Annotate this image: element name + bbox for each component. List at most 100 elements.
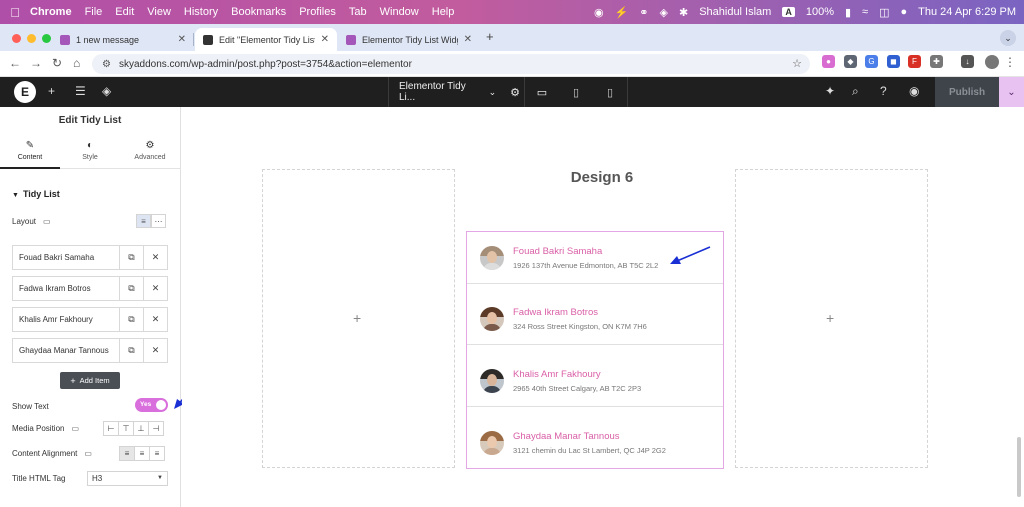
- align-right-icon[interactable]: ≡: [149, 446, 165, 461]
- tab-edit-elementor[interactable]: Edit "Elementor Tidy List Wid... ✕: [195, 28, 337, 51]
- document-title-dropdown[interactable]: Elementor Tidy Li... ⌄ ⚙: [388, 77, 520, 107]
- reload-icon[interactable]: ↻: [52, 56, 62, 70]
- menu-profiles[interactable]: Profiles: [299, 6, 336, 18]
- input-source-badge[interactable]: A: [782, 7, 795, 17]
- menu-edit[interactable]: Edit: [115, 6, 134, 18]
- clock[interactable]: Thu 24 Apr 6:29 PM: [918, 6, 1016, 18]
- bluetooth-icon[interactable]: ✱: [679, 6, 688, 19]
- title-tag-select[interactable]: H3 ▼: [87, 471, 168, 486]
- mobile-view-icon[interactable]: ▯: [593, 77, 627, 107]
- publish-options-chevron-icon[interactable]: ⌄: [999, 77, 1024, 107]
- menu-bookmarks[interactable]: Bookmarks: [231, 6, 286, 18]
- align-left-icon[interactable]: ≡: [119, 446, 135, 461]
- menu-history[interactable]: History: [184, 6, 218, 18]
- close-window-button[interactable]: [12, 34, 21, 43]
- status-lightning-icon[interactable]: ⚡: [615, 6, 629, 19]
- menu-app-name[interactable]: Chrome: [30, 6, 72, 18]
- duplicate-icon[interactable]: ⧉: [119, 339, 143, 362]
- address-bar[interactable]: ⚙ skyaddons.com/wp-admin/post.php?post=3…: [92, 54, 810, 74]
- page-settings-gear-icon[interactable]: ⚙: [510, 86, 520, 99]
- remove-icon[interactable]: ✕: [143, 339, 167, 362]
- finder-search-icon[interactable]: ⌕: [852, 84, 859, 99]
- control-center-icon[interactable]: ◫: [879, 6, 889, 19]
- notifications-megaphone-icon[interactable]: ✦: [825, 84, 835, 98]
- menu-view[interactable]: View: [147, 6, 171, 18]
- add-item-button[interactable]: + Add Item: [60, 372, 120, 389]
- repeater-item[interactable]: Fouad Bakri Samaha ⧉ ✕: [12, 245, 168, 270]
- canvas-scrollbar[interactable]: [1017, 437, 1021, 497]
- remove-icon[interactable]: ✕: [143, 277, 167, 300]
- repeater-item[interactable]: Khalis Amr Fakhoury ⧉ ✕: [12, 307, 168, 332]
- home-icon[interactable]: ⌂: [73, 56, 80, 70]
- menu-file[interactable]: File: [85, 6, 103, 18]
- publish-button[interactable]: Publish: [935, 77, 999, 107]
- repeater-item[interactable]: Fadwa Ikram Botros ⧉ ✕: [12, 276, 168, 301]
- duplicate-icon[interactable]: ⧉: [119, 308, 143, 331]
- download-icon[interactable]: ↓: [961, 55, 974, 68]
- extension-translate-icon[interactable]: G: [865, 55, 878, 68]
- chrome-menu-icon[interactable]: ⋮: [1004, 55, 1016, 69]
- layout-list-icon[interactable]: ≡: [136, 214, 151, 228]
- tab-content[interactable]: ✎ Content: [0, 133, 60, 169]
- back-arrow-icon[interactable]: ←: [9, 56, 21, 70]
- media-bottom-icon[interactable]: ⊥: [133, 421, 149, 436]
- extensions-puzzle-icon[interactable]: ✚: [930, 55, 943, 68]
- site-settings-icon[interactable]: ☰: [75, 84, 86, 98]
- tab-search-chevron-icon[interactable]: ⌄: [1000, 30, 1016, 46]
- close-tab-icon[interactable]: ✕: [321, 34, 329, 45]
- site-info-icon[interactable]: ⚙: [102, 59, 111, 70]
- chrome-profile-avatar[interactable]: [985, 55, 999, 69]
- headphones-icon[interactable]: ⚭: [639, 6, 648, 19]
- menu-help[interactable]: Help: [432, 6, 455, 18]
- repeater-item[interactable]: Ghaydaa Manar Tannous ⧉ ✕: [12, 338, 168, 363]
- apple-icon[interactable]: : [0, 5, 30, 20]
- desktop-view-icon[interactable]: ▭: [525, 77, 559, 107]
- responsive-monitor-icon[interactable]: ▭: [43, 217, 51, 226]
- new-tab-button[interactable]: +: [486, 29, 494, 44]
- list-item[interactable]: Khalis Amr Fakhoury 2965 40th Street Cal…: [467, 355, 723, 407]
- close-tab-icon[interactable]: ✕: [464, 34, 472, 45]
- responsive-monitor-icon[interactable]: ▭: [71, 424, 79, 433]
- preview-eye-icon[interactable]: ◉: [909, 84, 919, 98]
- user-name[interactable]: Shahidul Islam: [699, 6, 771, 18]
- extension-icon-1[interactable]: ●: [822, 55, 835, 68]
- elementor-logo-icon[interactable]: E: [14, 81, 36, 103]
- remove-icon[interactable]: ✕: [143, 246, 167, 269]
- close-tab-icon[interactable]: ✕: [178, 34, 186, 45]
- section-toggle-tidy-list[interactable]: ▼ Tidy List: [12, 189, 60, 199]
- add-widget-plus-icon[interactable]: +: [353, 310, 361, 326]
- media-top-icon[interactable]: ⊤: [118, 421, 134, 436]
- extension-shield-icon[interactable]: ◆: [844, 55, 857, 68]
- tab-widget-page[interactable]: Elementor Tidy List Widget - ... ✕: [338, 28, 480, 51]
- responsive-monitor-icon[interactable]: ▭: [84, 449, 92, 458]
- show-text-toggle[interactable]: Yes: [135, 398, 168, 412]
- extension-icon-4[interactable]: ◼: [887, 55, 900, 68]
- media-left-icon[interactable]: ⊢: [103, 421, 119, 436]
- wifi-alt-icon[interactable]: ◈: [660, 6, 668, 19]
- battery-percentage[interactable]: 100%: [806, 6, 834, 18]
- duplicate-icon[interactable]: ⧉: [119, 277, 143, 300]
- forward-arrow-icon[interactable]: →: [30, 56, 42, 70]
- layout-more-icon[interactable]: ⋯: [151, 214, 166, 228]
- menu-window[interactable]: Window: [380, 6, 419, 18]
- menu-tab[interactable]: Tab: [349, 6, 367, 18]
- add-element-icon[interactable]: +: [48, 84, 55, 98]
- help-icon[interactable]: ?: [880, 84, 887, 98]
- tab-style[interactable]: ◐ Style: [60, 133, 120, 168]
- tablet-view-icon[interactable]: ▯: [559, 77, 593, 107]
- section-heading[interactable]: Design 6: [542, 169, 662, 186]
- remove-icon[interactable]: ✕: [143, 308, 167, 331]
- structure-layers-icon[interactable]: ◈: [102, 84, 111, 98]
- zoom-window-button[interactable]: [42, 34, 51, 43]
- tab-advanced[interactable]: ⚙ Advanced: [120, 133, 180, 168]
- align-center-icon[interactable]: ≡: [134, 446, 150, 461]
- siri-icon[interactable]: ●: [901, 6, 908, 18]
- bookmark-star-icon[interactable]: ☆: [792, 57, 802, 70]
- add-widget-plus-icon[interactable]: +: [826, 310, 834, 326]
- wifi-icon[interactable]: ≈: [862, 6, 868, 18]
- list-item[interactable]: Ghaydaa Manar Tannous 3121 chemin du Lac…: [467, 417, 723, 469]
- duplicate-icon[interactable]: ⧉: [119, 246, 143, 269]
- extension-icon-5[interactable]: F: [908, 55, 921, 68]
- tab-messages[interactable]: 1 new message ✕: [52, 28, 194, 51]
- media-right-icon[interactable]: ⊣: [148, 421, 164, 436]
